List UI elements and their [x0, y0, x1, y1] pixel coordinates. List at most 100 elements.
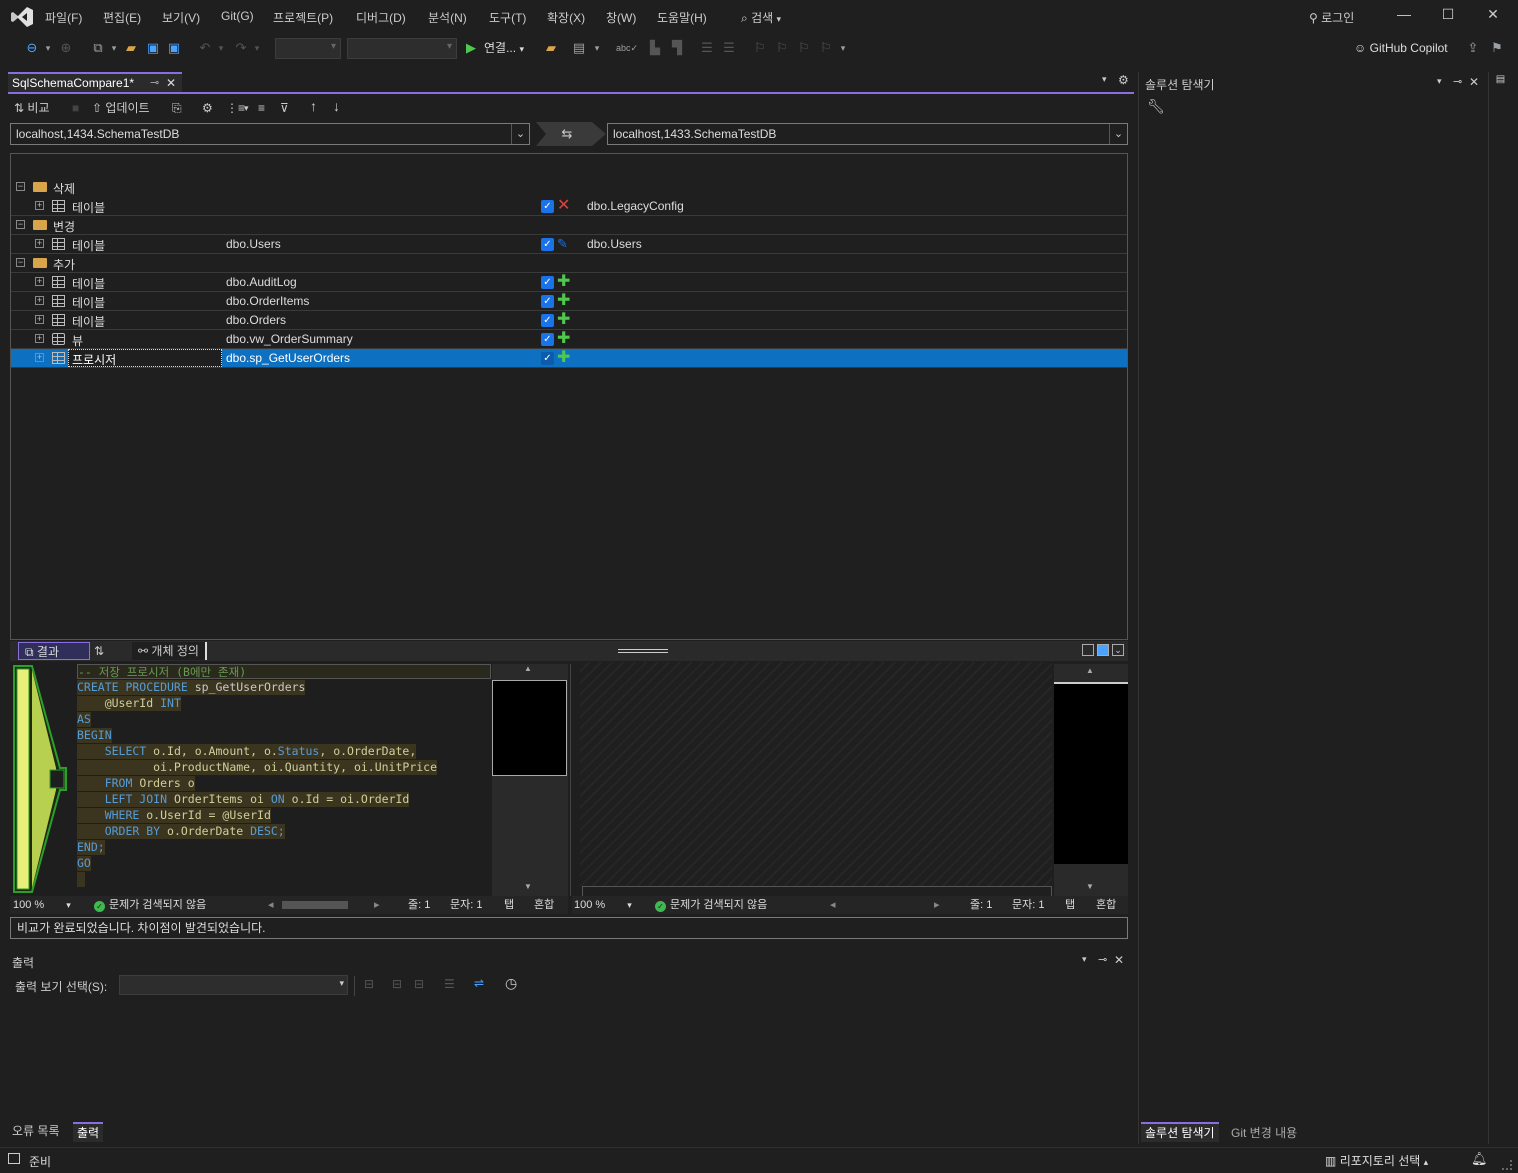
- stop-icon[interactable]: ■: [72, 99, 79, 117]
- expand-icon[interactable]: +: [35, 296, 44, 305]
- table-row[interactable]: + 테이블 dbo.OrderItems ✓ ✚: [11, 292, 1127, 311]
- sort-icon[interactable]: ≡: [258, 99, 265, 117]
- next-change-icon[interactable]: ↓: [333, 97, 340, 115]
- layout-icon[interactable]: ▤: [570, 38, 588, 58]
- clock-icon[interactable]: ◷: [505, 975, 517, 992]
- include-checkbox[interactable]: ✓: [541, 314, 554, 327]
- indent-icon[interactable]: ☰: [720, 38, 738, 58]
- zoom-select[interactable]: 100 % ▾: [13, 896, 71, 914]
- save-all-icon[interactable]: ▣: [165, 38, 183, 58]
- new-item-icon[interactable]: ⧉: [88, 38, 108, 58]
- include-checkbox[interactable]: ✓: [541, 276, 554, 289]
- char-indicator[interactable]: 문자: 1: [450, 896, 482, 914]
- menu-git[interactable]: Git(G): [221, 9, 254, 23]
- toolbar-overflow-icon[interactable]: ▾: [838, 38, 848, 58]
- new-item-dropdown-icon[interactable]: ▾: [108, 38, 120, 58]
- output-source-select[interactable]: ▾: [119, 975, 348, 995]
- collapse-icon[interactable]: −: [16, 220, 25, 229]
- resize-grip[interactable]: [1502, 1160, 1512, 1170]
- include-checkbox[interactable]: ✓: [541, 352, 554, 365]
- pin-icon[interactable]: ⊸: [1098, 953, 1107, 966]
- menu-extensions[interactable]: 확장(X): [547, 9, 585, 26]
- uncomment-icon[interactable]: ▜: [668, 38, 686, 58]
- layout-dropdown-icon[interactable]: ▾: [592, 38, 602, 58]
- comment-icon[interactable]: ▙: [646, 38, 664, 58]
- zoom-select[interactable]: 100 % ▾: [574, 896, 632, 914]
- minimap-thumb[interactable]: [492, 680, 567, 776]
- side-tool-icon[interactable]: ▤: [1495, 74, 1506, 85]
- tab-object-definition[interactable]: ⚯ 개체 정의: [132, 642, 207, 660]
- next-message-icon[interactable]: ⊟: [414, 977, 424, 991]
- close-icon[interactable]: ✕: [1114, 953, 1124, 967]
- scroll-down-icon[interactable]: ▼: [1086, 882, 1094, 891]
- notifications-bell-icon[interactable]: 🔔︎: [1471, 1151, 1488, 1167]
- save-icon[interactable]: ▣: [144, 38, 162, 58]
- expand-icon[interactable]: +: [35, 315, 44, 324]
- compare-button[interactable]: ⇅ 비교: [14, 99, 50, 117]
- tab-solution-explorer[interactable]: 솔루션 탐색기: [1141, 1122, 1219, 1142]
- close-icon[interactable]: ✕: [166, 74, 176, 92]
- feedback-icon[interactable]: ⚑: [1488, 38, 1506, 58]
- tab-list-dropdown-icon[interactable]: ▾: [1102, 74, 1107, 85]
- expand-icon[interactable]: +: [35, 277, 44, 286]
- sort-toggle-icon[interactable]: ⇅: [94, 642, 110, 660]
- tab-output[interactable]: 출력: [73, 1122, 104, 1142]
- menu-window[interactable]: 창(W): [606, 9, 636, 26]
- browse-folder-icon[interactable]: ▰: [542, 38, 560, 58]
- source-connection-select[interactable]: localhost,1434.SchemaTestDB ⌄: [10, 123, 530, 145]
- bookmark-icon[interactable]: ⚐: [752, 38, 768, 58]
- table-row[interactable]: + 뷰 dbo.vw_OrderSummary ✓ ✚: [11, 330, 1127, 349]
- include-checkbox[interactable]: ✓: [541, 238, 554, 251]
- split-vertical-icon[interactable]: [1082, 644, 1094, 656]
- tab-sql-schema-compare[interactable]: SqlSchemaCompare1* ⊸ ✕: [8, 72, 182, 92]
- pin-icon[interactable]: ⊸: [1453, 75, 1462, 88]
- menu-project[interactable]: 프로젝트(P): [273, 9, 333, 26]
- pane-divider[interactable]: [570, 664, 580, 896]
- table-row-selected[interactable]: + 프로시저 dbo.sp_GetUserOrders ✓ ✚: [11, 349, 1127, 368]
- minimap-thumb[interactable]: [1054, 682, 1128, 864]
- menu-view[interactable]: 보기(V): [162, 9, 200, 26]
- table-row[interactable]: + 테이블 dbo.Orders ✓ ✚: [11, 311, 1127, 330]
- minimize-button[interactable]: —: [1389, 6, 1419, 28]
- splitter-grip[interactable]: [618, 649, 668, 653]
- group-dropdown-icon[interactable]: ▾: [244, 99, 249, 117]
- tab-indicator[interactable]: 탭: [1065, 896, 1075, 914]
- line-indicator[interactable]: 줄: 1: [970, 896, 992, 914]
- collapse-pane-icon[interactable]: ⌄: [1112, 644, 1124, 656]
- generate-script-icon[interactable]: ⎘: [172, 99, 182, 117]
- visual-studio-logo-icon[interactable]: [10, 6, 34, 28]
- filter-icon[interactable]: ⊽: [280, 99, 289, 117]
- target-hscroll[interactable]: [582, 886, 1052, 896]
- clear-bookmarks-icon[interactable]: ⚐: [818, 38, 834, 58]
- share-icon[interactable]: ⇪: [1464, 38, 1482, 58]
- scroll-down-icon[interactable]: ▼: [524, 882, 532, 891]
- expand-icon[interactable]: +: [35, 353, 44, 362]
- split-horizontal-icon[interactable]: [1097, 644, 1109, 656]
- previous-change-icon[interactable]: ↑: [310, 97, 317, 115]
- tab-results[interactable]: ⧉ 결과: [18, 642, 90, 660]
- scroll-left-icon[interactable]: ◂: [830, 896, 836, 914]
- tab-git-changes[interactable]: Git 변경 내용: [1231, 1124, 1297, 1142]
- line-ending-indicator[interactable]: 혼합: [1096, 896, 1116, 914]
- prev-bookmark-icon[interactable]: ⚐: [774, 38, 790, 58]
- start-icon[interactable]: ▶: [463, 38, 479, 58]
- include-checkbox[interactable]: ✓: [541, 200, 554, 213]
- expand-icon[interactable]: +: [35, 201, 44, 210]
- settings-gear-icon[interactable]: ⚙: [1118, 73, 1129, 87]
- expand-icon[interactable]: +: [35, 239, 44, 248]
- solution-config-select[interactable]: [275, 38, 341, 59]
- include-checkbox[interactable]: ✓: [541, 333, 554, 346]
- menu-help[interactable]: 도움말(H): [657, 9, 707, 26]
- clear-all-icon[interactable]: ☰: [444, 977, 455, 991]
- back-dropdown-icon[interactable]: ▾: [42, 38, 54, 58]
- pin-icon[interactable]: ⊸: [150, 74, 159, 92]
- target-minimap[interactable]: ▲ ▼: [1054, 664, 1128, 896]
- open-folder-icon[interactable]: ▰: [122, 38, 140, 58]
- target-connection-select[interactable]: localhost,1433.SchemaTestDB ⌄: [607, 123, 1128, 145]
- spell-check-icon[interactable]: abc✓: [616, 38, 638, 58]
- line-indicator[interactable]: 줄: 1: [408, 896, 430, 914]
- tab-error-list[interactable]: 오류 목록: [8, 1122, 64, 1142]
- output-status-icon[interactable]: [8, 1153, 20, 1164]
- undo-icon[interactable]: ↶: [196, 38, 214, 58]
- options-gear-icon[interactable]: ⚙: [202, 99, 213, 117]
